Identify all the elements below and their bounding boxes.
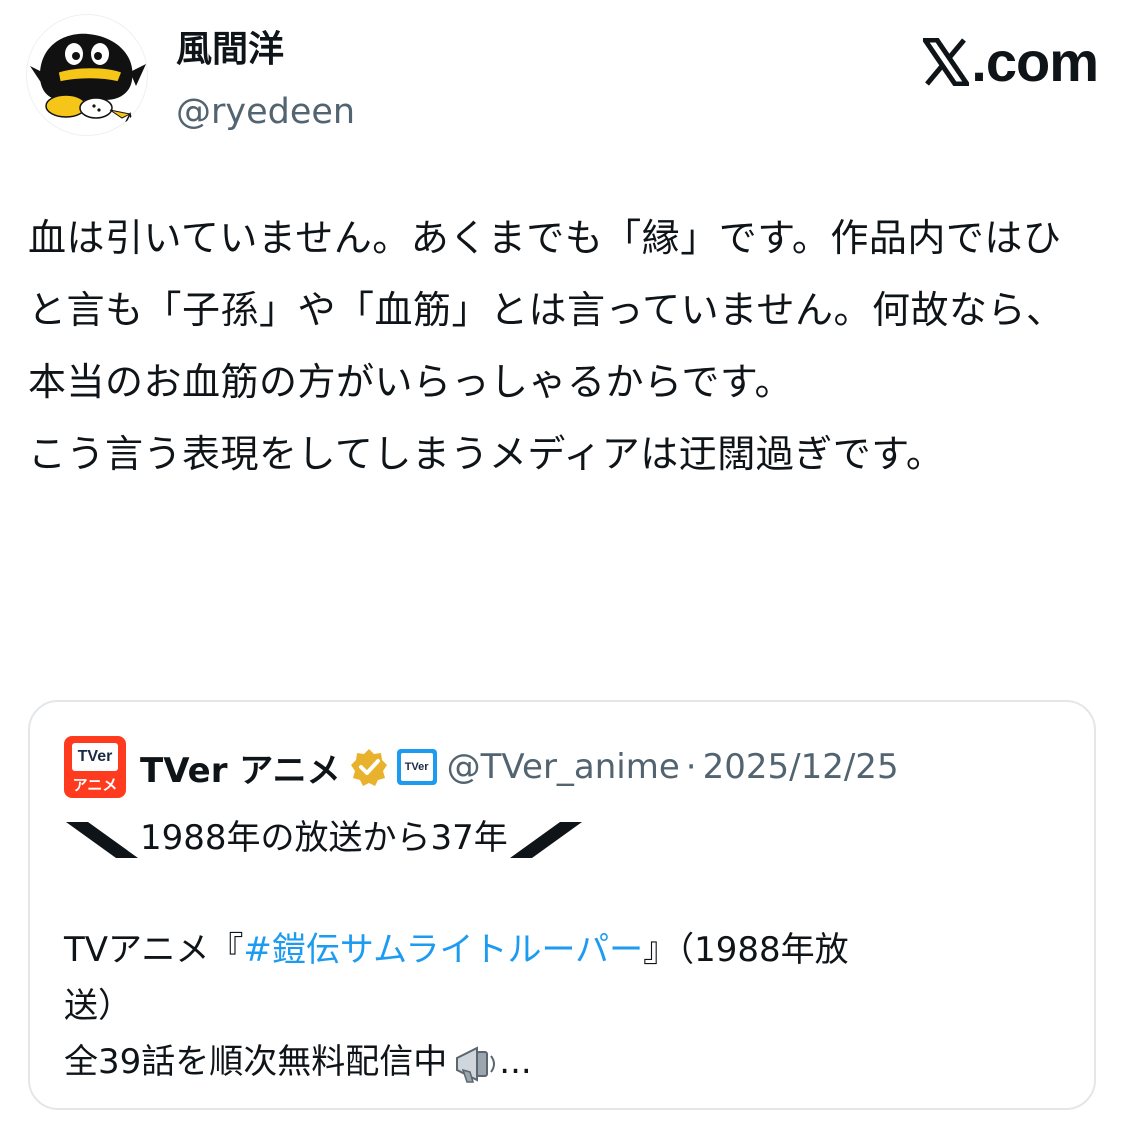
quote-line-2-prefix: TVアニメ『	[64, 930, 244, 970]
site-logo-text: .com	[971, 30, 1099, 93]
tweet-header: 風間洋 @ryedeen .com	[26, 14, 1099, 136]
quote-line-4-ellipsis: ...	[499, 1042, 532, 1082]
tver-affiliate-badge-icon[interactable]: TVer	[396, 749, 437, 785]
megaphone-icon	[456, 1045, 496, 1083]
tver-logo-subtext: アニメ	[72, 776, 118, 794]
quote-line-4-text: 全39話を順次無料配信中	[64, 1042, 448, 1082]
penguin-avatar-icon	[30, 33, 146, 123]
quote-handle[interactable]: @TVer_anime	[447, 747, 680, 787]
quote-display-name[interactable]: TVer アニメ	[140, 743, 341, 792]
author-avatar[interactable]	[26, 14, 148, 136]
hashtag-link[interactable]: #鎧伝サムライトルーパー	[243, 930, 643, 970]
quote-separator: ·	[685, 747, 697, 787]
quote-blank-line	[64, 866, 1064, 922]
quote-tweet-card[interactable]: TVer アニメ TVer アニメ TVer @TVer_anime · 202…	[28, 700, 1096, 1110]
quote-line-4: 全39話を順次無料配信中 ...	[64, 1034, 1064, 1090]
quote-date[interactable]: 2025/12/25	[703, 747, 899, 787]
author-handle[interactable]: @ryedeen	[176, 90, 355, 134]
quote-line-3: 送）	[64, 986, 132, 1026]
author-display-name[interactable]: 風間洋	[176, 28, 355, 72]
tweet-text: 血は引いていません。あくまでも「縁」です。作品内ではひと言も「子孫」や「血筋」と…	[28, 216, 1065, 476]
affiliate-badge-text: TVer	[400, 753, 433, 781]
quote-avatar[interactable]: TVer アニメ	[64, 736, 126, 798]
author-info: 風間洋 @ryedeen	[176, 28, 355, 134]
quote-line-2-suffix: 』（1988年放	[643, 930, 849, 970]
quote-line-2: TVアニメ『#鎧伝サムライトルーパー』（1988年放	[64, 922, 1064, 978]
quote-line-1: 1988年の放送から37年	[64, 810, 1064, 866]
gold-verified-badge-icon	[350, 749, 387, 786]
tver-logo-text: TVer	[72, 743, 118, 771]
quote-headline: 1988年の放送から37年	[140, 818, 508, 858]
x-logo-icon	[923, 38, 970, 86]
site-logo[interactable]: .com	[923, 30, 1099, 93]
quote-text: 1988年の放送から37年 TVアニメ『#鎧伝サムライトルーパー』（1988年放…	[64, 810, 1064, 1090]
left-slash-decoration	[66, 821, 138, 858]
right-slash-decoration	[509, 821, 582, 858]
quote-header: TVer アニメ TVer アニメ TVer @TVer_anime · 202…	[64, 736, 899, 798]
